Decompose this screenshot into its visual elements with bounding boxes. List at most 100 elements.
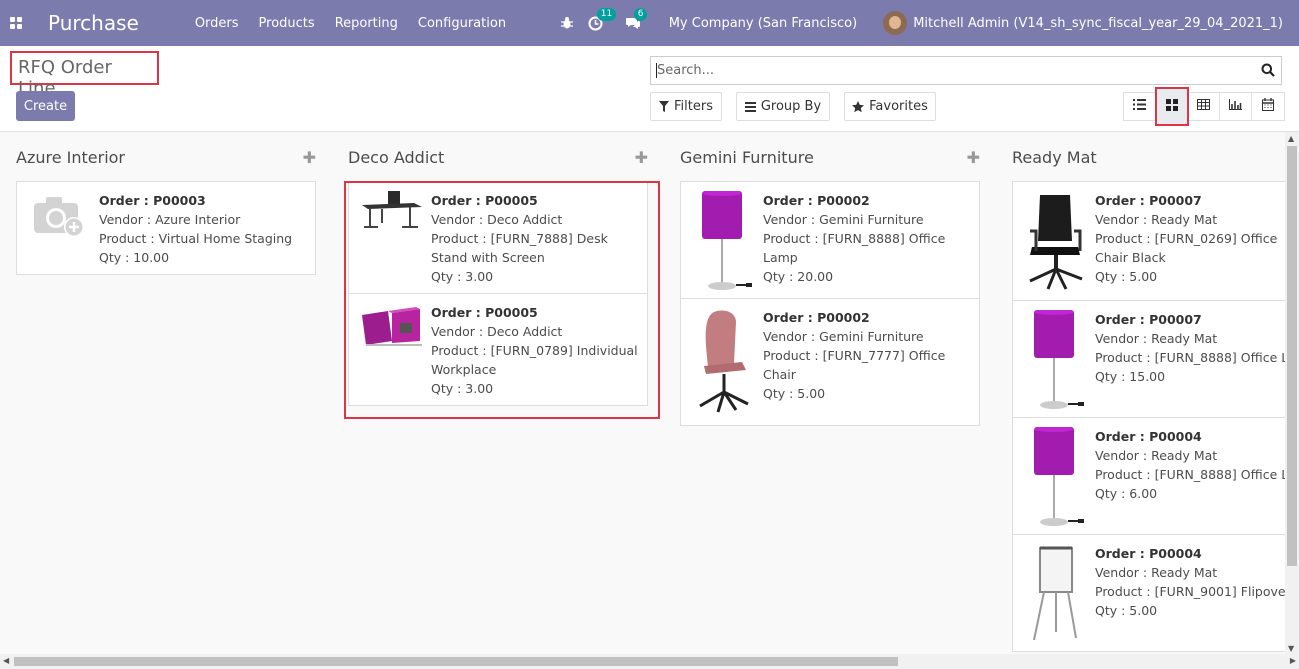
- vendor-name: Vendor : Azure Interior: [99, 212, 241, 227]
- favorites-label: Favorites: [869, 99, 928, 114]
- top-navbar: Purchase Orders Products Reporting Confi…: [0, 0, 1299, 46]
- messaging-comments-icon[interactable]: 6: [625, 8, 648, 30]
- vertical-scrollbar[interactable]: ▲ ▼: [1285, 132, 1299, 654]
- order-ref: Order : P00007: [1095, 312, 1202, 327]
- kanban-card[interactable]: Order : P00004 Vendor : Ready Mat Produc…: [1012, 534, 1285, 652]
- order-ref: Order : P00002: [763, 193, 870, 208]
- activity-clock-icon[interactable]: 11: [588, 7, 617, 31]
- kanban-card[interactable]: Order : P00007 Vendor : Ready Mat Produc…: [1012, 181, 1285, 301]
- order-ref: Order : P00003: [99, 193, 206, 208]
- horizontal-scroll-thumb[interactable]: [14, 657, 898, 666]
- view-switcher: [1123, 87, 1285, 126]
- breadcrumb: RFQ Order Line: [10, 51, 159, 99]
- systray: 11 6 My Company (San Francisco) Mitchell…: [546, 0, 1283, 46]
- create-button[interactable]: Create: [16, 91, 75, 121]
- menu-orders[interactable]: Orders: [185, 16, 249, 31]
- activity-count-badge: 11: [596, 7, 617, 21]
- user-menu[interactable]: Mitchell Admin (V14_sh_sync_fiscal_year_…: [913, 16, 1283, 31]
- calendar-icon: [1262, 98, 1274, 115]
- search-input[interactable]: [657, 59, 1247, 82]
- product-name: Product : [FURN_7777] Office Chair: [763, 348, 946, 382]
- kanban-board: Azure Interior ✚ Order : P00003 Vendor :…: [0, 132, 1285, 654]
- lamp-image: [1021, 427, 1091, 526]
- column-title[interactable]: Deco Addict: [348, 148, 444, 167]
- filter-icon: [659, 101, 670, 112]
- menu-products[interactable]: Products: [249, 16, 325, 31]
- order-ref: Order : P00004: [1095, 429, 1202, 444]
- vendor-name: Vendor : Ready Mat: [1095, 448, 1218, 463]
- vertical-scroll-thumb[interactable]: [1287, 146, 1297, 566]
- column-title[interactable]: Azure Interior: [16, 148, 125, 167]
- menu-configuration[interactable]: Configuration: [408, 16, 516, 31]
- black-chair-image: [1021, 191, 1091, 291]
- kanban-card[interactable]: Order : P00004 Vendor : Ready Mat Produc…: [1012, 417, 1285, 535]
- pivot-icon: [1197, 99, 1210, 114]
- lamp-image: [1021, 310, 1091, 409]
- order-ref: Order : P00007: [1095, 193, 1202, 208]
- quantity: Qty : 5.00: [763, 386, 826, 401]
- favorites-button[interactable]: Favorites: [844, 92, 936, 121]
- star-icon: [852, 100, 865, 113]
- product-name: Product : [FURN_8888] Office Lamp: [763, 231, 946, 265]
- kanban-column-gemini-furniture: Gemini Furniture ✚ Order : P00002 Vendor…: [680, 132, 980, 426]
- quick-create-plus-icon[interactable]: ✚: [967, 148, 980, 167]
- quantity: Qty : 20.00: [763, 269, 834, 284]
- column-title[interactable]: Gemini Furniture: [680, 148, 814, 167]
- app-brand[interactable]: Purchase: [48, 11, 139, 35]
- kanban-card[interactable]: Order : P00003 Vendor : Azure Interior P…: [16, 181, 316, 275]
- quantity: Qty : 6.00: [1095, 486, 1158, 501]
- group-by-button[interactable]: Group By: [736, 92, 830, 121]
- chair-image: [689, 308, 759, 416]
- bars-icon: [744, 101, 756, 112]
- scroll-up-icon[interactable]: ▲: [1288, 134, 1294, 143]
- horizontal-scrollbar[interactable]: ◀ ▶: [0, 654, 1299, 669]
- lamp-image: [689, 191, 759, 290]
- group-by-label: Group By: [760, 99, 822, 114]
- debug-bug-icon[interactable]: [560, 16, 574, 30]
- order-ref: Order : P00002: [763, 310, 870, 325]
- control-panel: RFQ Order Line Create Filters Group By F…: [0, 46, 1299, 132]
- menu-reporting[interactable]: Reporting: [325, 16, 408, 31]
- user-avatar[interactable]: [883, 11, 908, 35]
- vendor-name: Vendor : Gemini Furniture: [763, 329, 924, 344]
- quantity: Qty : 5.00: [1095, 269, 1158, 284]
- vendor-name: Vendor : Ready Mat: [1095, 331, 1218, 346]
- kanban-card[interactable]: Order : P00002 Vendor : Gemini Furniture…: [680, 298, 980, 426]
- quantity: Qty : 5.00: [1095, 603, 1158, 618]
- quantity: Qty : 10.00: [99, 250, 170, 265]
- product-name: Product : [FURN_9001] Flipover: [1095, 584, 1285, 599]
- product-name: Product : [FURN_0269] Office Chair Black: [1095, 231, 1278, 265]
- product-name: Product : Virtual Home Staging: [99, 231, 293, 246]
- vendor-name: Vendor : Ready Mat: [1095, 212, 1218, 227]
- product-name: Product : [FURN_8888] Office Lamp: [1095, 467, 1285, 482]
- kanban-card[interactable]: Order : P00007 Vendor : Ready Mat Produc…: [1012, 300, 1285, 418]
- flipover-image: [1021, 544, 1091, 642]
- kanban-column-ready-mat: Ready Mat Order : P00007 Vendor : Ready …: [1012, 132, 1285, 652]
- pivot-view-button[interactable]: [1188, 93, 1220, 120]
- graph-icon: [1229, 99, 1242, 114]
- kanban-view-button[interactable]: [1155, 87, 1189, 126]
- scroll-right-icon[interactable]: ▶: [1290, 656, 1296, 665]
- scroll-left-icon[interactable]: ◀: [3, 656, 9, 665]
- kanban-card[interactable]: Order : P00002 Vendor : Gemini Furniture…: [680, 181, 980, 299]
- filters-button[interactable]: Filters: [650, 92, 722, 121]
- quantity: Qty : 15.00: [1095, 369, 1166, 384]
- kanban-icon: [1165, 98, 1178, 115]
- graph-view-button[interactable]: [1220, 93, 1252, 120]
- column-title[interactable]: Ready Mat: [1012, 148, 1097, 167]
- apps-menu-icon[interactable]: [0, 0, 32, 46]
- list-view-button[interactable]: [1124, 93, 1156, 120]
- company-switcher[interactable]: My Company (San Francisco): [669, 16, 857, 31]
- highlight-box: [344, 181, 660, 419]
- message-count-badge: 6: [633, 8, 648, 21]
- filters-label: Filters: [674, 99, 713, 114]
- camera-placeholder-icon: [25, 191, 95, 265]
- product-name: Product : [FURN_8888] Office Lamp: [1095, 350, 1285, 365]
- quick-create-plus-icon[interactable]: ✚: [303, 148, 316, 167]
- scroll-down-icon[interactable]: ▼: [1288, 644, 1294, 653]
- quick-create-plus-icon[interactable]: ✚: [635, 148, 648, 167]
- calendar-view-button[interactable]: [1252, 93, 1284, 120]
- vendor-name: Vendor : Ready Mat: [1095, 565, 1218, 580]
- main-menu: Orders Products Reporting Configuration: [185, 16, 516, 31]
- search-icon[interactable]: [1261, 63, 1275, 81]
